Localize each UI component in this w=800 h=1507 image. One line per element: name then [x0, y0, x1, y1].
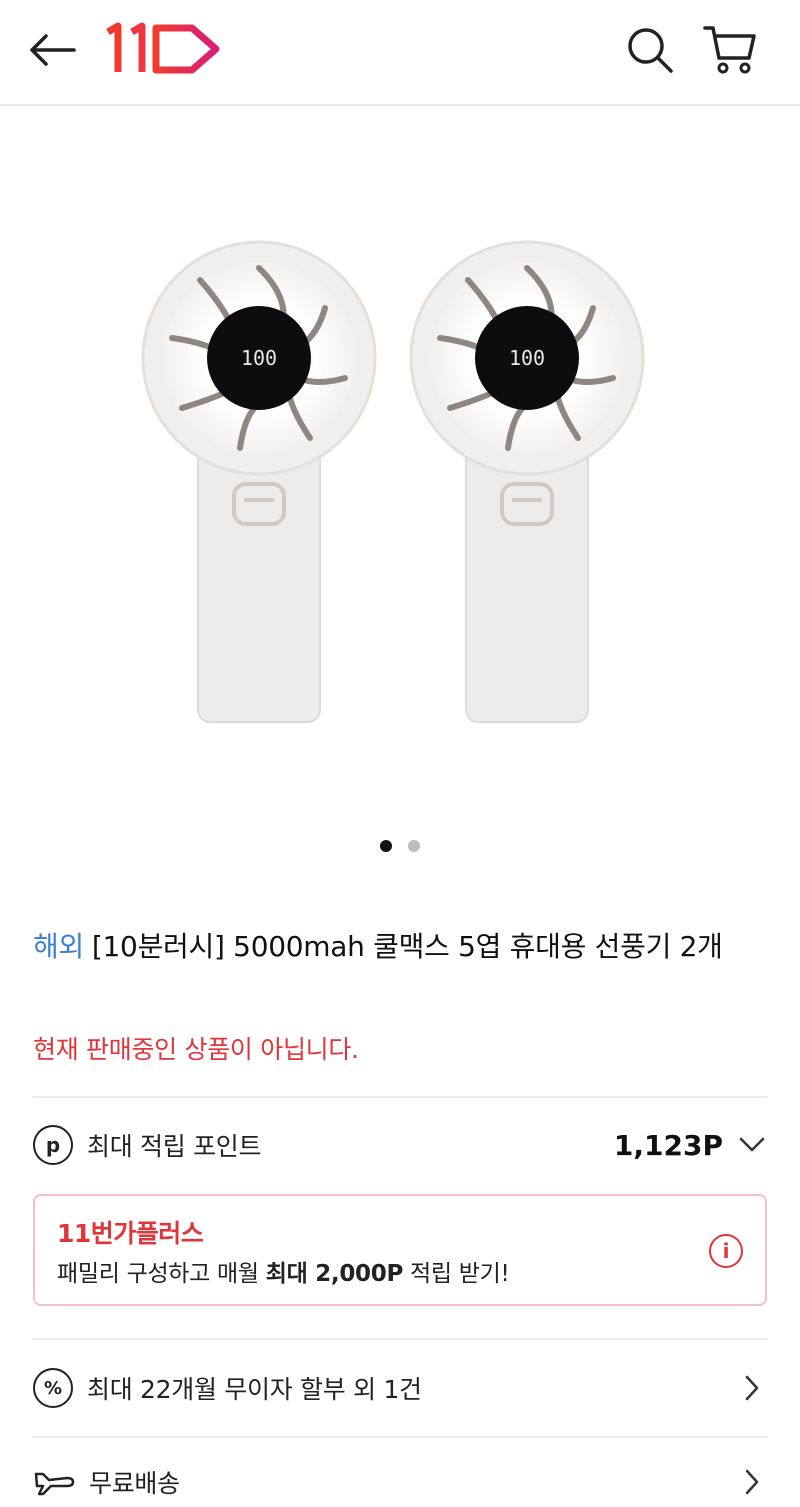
eleven-plus-description: 패밀리 구성하고 매월 최대 2,000P 적립 받기! [57, 1261, 510, 1287]
arrow-left-icon [30, 34, 76, 66]
eleven-plus-banner[interactable]: 11번가플러스 패밀리 구성하고 매월 최대 2,000P 적립 받기! i [33, 1194, 767, 1306]
section-divider [33, 1338, 767, 1340]
max-points-row[interactable]: p 최대 적립 포인트 1,123P [33, 1115, 767, 1175]
chevron-right-icon[interactable] [737, 1373, 767, 1403]
info-icon[interactable]: i [709, 1234, 743, 1268]
max-points-label: 최대 적립 포인트 [87, 1132, 262, 1161]
back-button[interactable] [26, 26, 78, 74]
pagination-dot-active[interactable] [380, 840, 392, 852]
search-button[interactable] [622, 22, 678, 78]
point-icon: p [33, 1125, 73, 1165]
cart-icon [703, 26, 756, 74]
svg-text:100: 100 [509, 346, 545, 370]
delivery-plane-icon [33, 1466, 75, 1498]
section-divider [33, 1096, 767, 1098]
section-divider [33, 1436, 767, 1438]
sale-status-text: 현재 판매중인 상품이 아닙니다. [33, 1035, 359, 1064]
product-image: 100 100 [141, 240, 645, 723]
percent-icon: % [33, 1368, 73, 1408]
search-icon [628, 28, 673, 73]
pagination-dot[interactable] [408, 840, 420, 852]
cart-button[interactable] [700, 20, 760, 80]
eleven-plus-title: 11번가플러스 [57, 1219, 204, 1248]
max-points-value: 1,123P [613, 1128, 723, 1162]
product-title: 해외 [10분러시] 5000mah 쿨맥스 5엽 휴대용 선풍기 2개 [33, 926, 773, 968]
overseas-tag[interactable]: 해외 [33, 930, 84, 963]
top-header [0, 0, 800, 106]
installment-row[interactable]: % 최대 22개월 무이자 할부 외 1건 [33, 1358, 767, 1418]
fan-right: 100 [409, 240, 645, 723]
chevron-right-icon[interactable] [737, 1467, 767, 1497]
svg-text:100: 100 [241, 346, 277, 370]
fan-left: 100 [141, 240, 377, 723]
gallery-pagination [0, 840, 800, 852]
product-image-gallery[interactable]: 100 100 [0, 108, 800, 868]
chevron-down-icon[interactable] [737, 1130, 767, 1160]
shipping-row[interactable]: 무료배송 [33, 1452, 767, 1507]
installment-label: 최대 22개월 무이자 할부 외 1건 [87, 1375, 422, 1404]
free-shipping-label: 무료배송 [89, 1469, 180, 1498]
eleven-street-logo[interactable] [104, 22, 222, 78]
product-title-text: [10분러시] 5000mah 쿨맥스 5엽 휴대용 선풍기 2개 [91, 930, 723, 963]
